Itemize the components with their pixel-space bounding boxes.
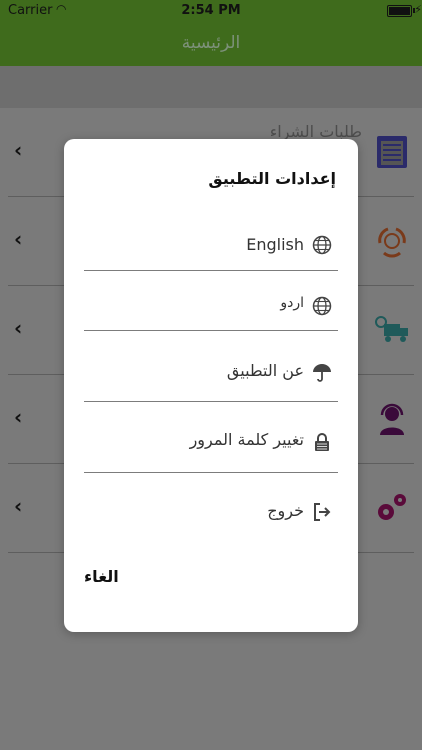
battery-icon xyxy=(387,5,412,17)
gears-icon xyxy=(378,494,406,520)
chevron-left-icon: ‹ xyxy=(14,138,23,162)
umbrella-icon xyxy=(313,364,331,382)
nav-bar: الرئيسية xyxy=(0,22,422,66)
logout-icon xyxy=(314,503,331,521)
chevron-left-icon: ‹ xyxy=(14,316,23,340)
dialog-title: إعدادات التطبيق xyxy=(208,169,336,188)
app-settings-dialog: إعدادات التطبيق English اردو عن التطبيق xyxy=(64,139,358,632)
option-label: English xyxy=(246,235,304,254)
globe-icon xyxy=(312,235,332,255)
globe-icon xyxy=(312,296,332,316)
option-about-app[interactable]: عن التطبيق xyxy=(84,331,338,402)
header-band xyxy=(0,66,422,108)
nav-title: الرئيسية xyxy=(181,33,241,53)
lock-icon xyxy=(315,433,329,451)
option-label: عن التطبيق xyxy=(226,361,304,380)
option-english[interactable]: English xyxy=(84,211,338,271)
chevron-left-icon: ‹ xyxy=(14,227,23,251)
option-label: اردو xyxy=(280,295,304,311)
chevron-left-icon: ‹ xyxy=(14,405,23,429)
document-list-icon xyxy=(377,136,407,168)
support-agent-icon xyxy=(380,403,404,435)
cancel-button[interactable]: الغاء xyxy=(84,567,119,586)
option-label: خروج xyxy=(267,501,304,520)
option-change-password[interactable]: تغيير كلمة المرور xyxy=(84,402,338,473)
status-time: 2:54 PM xyxy=(181,3,241,18)
recycle-globe-icon xyxy=(378,227,406,258)
delivery-truck-icon xyxy=(375,316,408,342)
option-urdu[interactable]: اردو xyxy=(84,271,338,331)
status-bar: Carrier ◠ 2:54 PM ⚡ xyxy=(0,0,422,22)
option-logout[interactable]: خروج xyxy=(84,473,338,543)
chevron-left-icon: ‹ xyxy=(14,494,23,518)
charging-icon: ⚡ xyxy=(414,3,422,16)
option-label: تغيير كلمة المرور xyxy=(189,430,304,449)
